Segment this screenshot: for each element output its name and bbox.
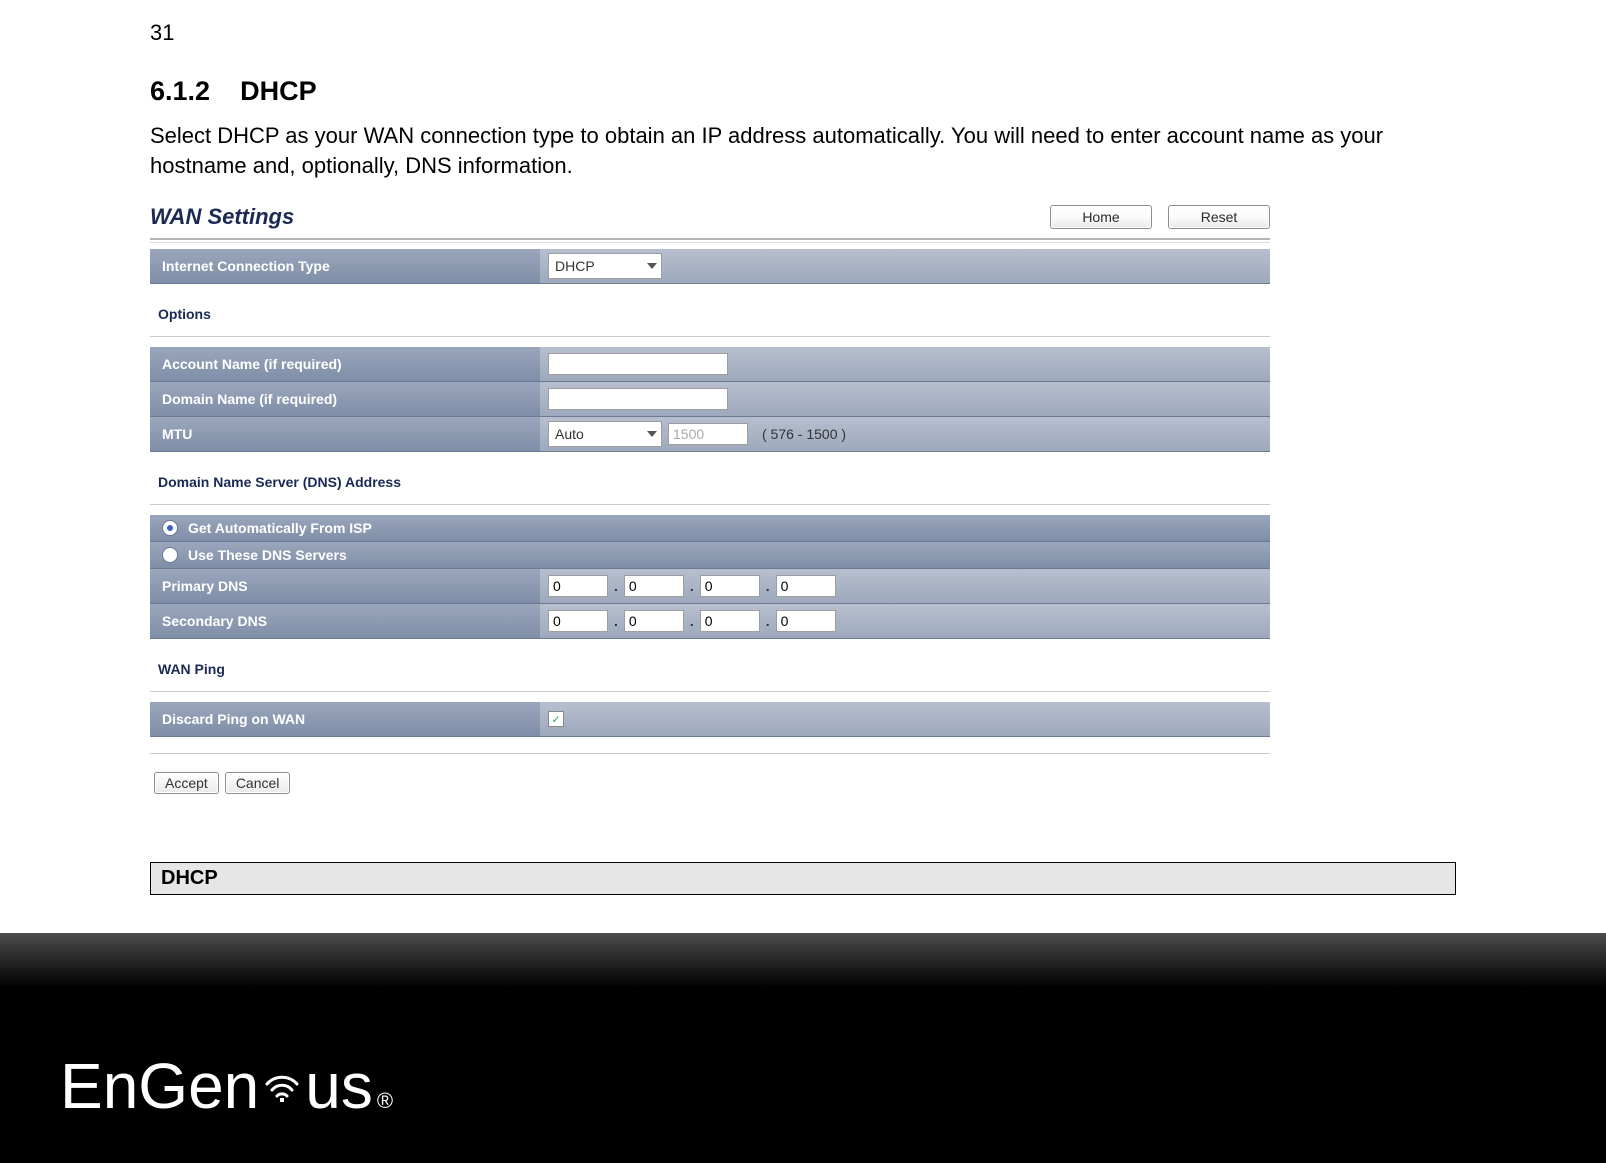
- divider: [150, 504, 1270, 505]
- secondary-dns-label: Secondary DNS: [150, 604, 540, 638]
- account-name-input[interactable]: [548, 353, 728, 375]
- radio-unselected-icon: [162, 547, 178, 563]
- mtu-value-input: [668, 423, 748, 445]
- primary-dns-octet-3[interactable]: [700, 575, 760, 597]
- dns-auto-option[interactable]: Get Automatically From ISP: [150, 515, 1270, 542]
- mtu-range-label: ( 576 - 1500 ): [762, 426, 846, 442]
- secondary-dns-octet-4[interactable]: [776, 610, 836, 632]
- dns-auto-label: Get Automatically From ISP: [188, 520, 372, 536]
- wan-ping-heading: WAN Ping: [150, 639, 1270, 689]
- wan-settings-title: WAN Settings: [150, 200, 1034, 234]
- router-ui: WAN Settings Home Reset Internet Connect…: [150, 200, 1270, 802]
- reset-button[interactable]: Reset: [1168, 205, 1270, 229]
- internet-connection-type-select[interactable]: DHCP: [548, 253, 662, 279]
- primary-dns-label: Primary DNS: [150, 569, 540, 603]
- primary-dns-octet-2[interactable]: [624, 575, 684, 597]
- section-heading: 6.1.2 DHCP: [150, 76, 1456, 107]
- page-number: 31: [150, 20, 1456, 46]
- section-title: DHCP: [240, 76, 317, 106]
- domain-name-label: Domain Name (if required): [150, 382, 540, 416]
- dot-icon: .: [690, 578, 694, 594]
- dot-icon: .: [614, 613, 618, 629]
- divider: [150, 691, 1270, 692]
- chevron-down-icon: [647, 263, 657, 269]
- secondary-dns-octet-3[interactable]: [700, 610, 760, 632]
- primary-dns-octet-4[interactable]: [776, 575, 836, 597]
- engenius-logo: EnGen us®: [60, 1049, 393, 1123]
- discard-ping-checkbox[interactable]: [548, 711, 564, 727]
- secondary-dns-octet-1[interactable]: [548, 610, 608, 632]
- mtu-mode-select[interactable]: Auto: [548, 421, 662, 447]
- mtu-mode-value: Auto: [555, 426, 584, 442]
- divider: [150, 753, 1270, 754]
- dhcp-table-header: DHCP: [150, 862, 1456, 895]
- internet-connection-type-label: Internet Connection Type: [150, 249, 540, 283]
- dns-manual-label: Use These DNS Servers: [188, 547, 347, 563]
- divider: [150, 238, 1270, 240]
- dns-manual-option[interactable]: Use These DNS Servers: [150, 542, 1270, 569]
- chevron-down-icon: [647, 431, 657, 437]
- primary-dns-octet-1[interactable]: [548, 575, 608, 597]
- dot-icon: .: [766, 613, 770, 629]
- accept-button[interactable]: Accept: [154, 772, 219, 794]
- dot-icon: .: [614, 578, 618, 594]
- domain-name-input[interactable]: [548, 388, 728, 410]
- radio-selected-icon: [162, 520, 178, 536]
- section-number: 6.1.2: [150, 76, 210, 106]
- options-heading: Options: [150, 284, 1270, 334]
- dns-heading: Domain Name Server (DNS) Address: [150, 452, 1270, 502]
- registered-icon: ®: [377, 1088, 393, 1114]
- account-name-label: Account Name (if required): [150, 347, 540, 381]
- page-footer: EnGen us®: [0, 933, 1606, 1163]
- mtu-label: MTU: [150, 417, 540, 451]
- section-text: Select DHCP as your WAN connection type …: [150, 121, 1456, 180]
- divider: [150, 336, 1270, 337]
- divider: [150, 242, 1270, 243]
- home-button[interactable]: Home: [1050, 205, 1152, 229]
- discard-ping-label: Discard Ping on WAN: [150, 702, 540, 736]
- dot-icon: .: [766, 578, 770, 594]
- dot-icon: .: [690, 613, 694, 629]
- cancel-button[interactable]: Cancel: [225, 772, 291, 794]
- internet-connection-type-value: DHCP: [555, 258, 595, 274]
- secondary-dns-octet-2[interactable]: [624, 610, 684, 632]
